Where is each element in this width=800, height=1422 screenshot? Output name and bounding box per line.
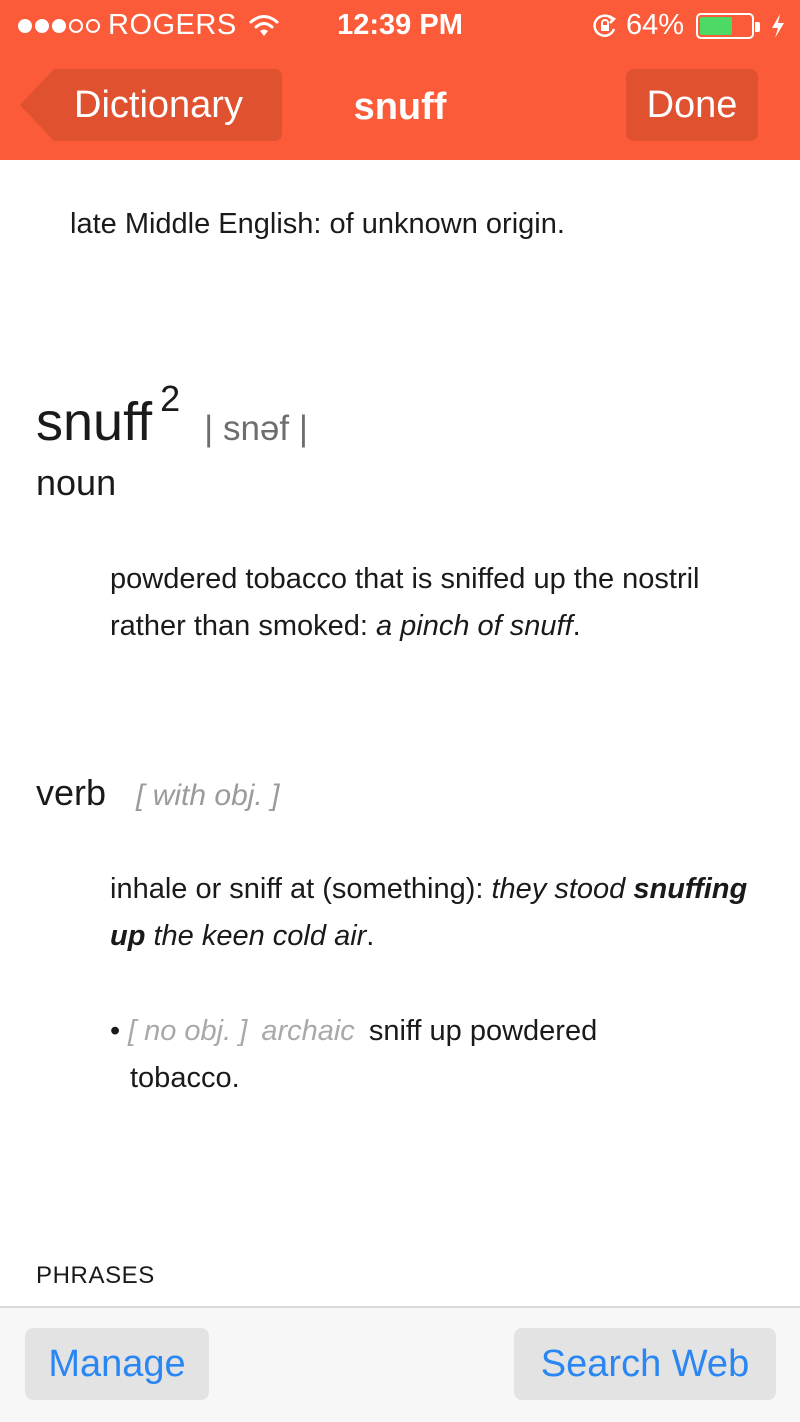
noun-definition: powdered tobacco that is sniffed up the …	[110, 556, 750, 650]
noun-example: a pinch of snuff	[375, 610, 573, 642]
subsense-register-note: archaic	[261, 1015, 355, 1047]
verb-subsense: •[ no obj. ] archaic sniff up powdered tob…	[110, 1008, 750, 1102]
charging-bolt-icon	[772, 13, 784, 38]
phrases-heading: PHRASES	[36, 1262, 155, 1289]
rotation-lock-icon	[593, 13, 616, 37]
verb-grammar-note: [ with obj. ]	[136, 779, 280, 812]
battery-fill	[700, 16, 732, 35]
battery-percent: 64%	[625, 9, 684, 41]
manage-button[interactable]: Manage	[25, 1328, 209, 1400]
done-button[interactable]: Done	[626, 69, 758, 141]
subsense-grammar-note: [ no obj. ]	[128, 1015, 248, 1047]
verb-example-start: they stood	[491, 873, 634, 905]
verb-definition: inhale or sniff at (something): they sto…	[110, 866, 750, 960]
verb-definition-text: inhale or sniff at (something):	[110, 873, 492, 905]
headword-text: snuff	[36, 392, 153, 452]
verb-definition-end: .	[366, 920, 375, 952]
part-of-speech-verb: verb [ with obj. ]	[36, 772, 279, 814]
verb-label: verb	[36, 772, 107, 813]
part-of-speech-noun: noun	[36, 462, 117, 503]
bullet-icon: •	[110, 1015, 121, 1047]
search-web-button[interactable]: Search Web	[514, 1328, 776, 1400]
bottom-toolbar: Manage Search Web	[0, 1306, 800, 1422]
verb-example-end: the keen cold air	[145, 920, 367, 952]
headword: snuff 2 | snəf |	[36, 378, 308, 453]
navigation-bar: Dictionary snuff Done	[0, 52, 800, 160]
etymology-text: late Middle English: of unknown origin.	[70, 208, 565, 240]
subsense-text-line1: sniff up powdered	[368, 1015, 598, 1047]
pronunciation: | snəf |	[204, 409, 308, 448]
homograph-number: 2	[160, 378, 181, 419]
noun-definition-end: .	[572, 610, 581, 642]
definition-content[interactable]: late Middle English: of unknown origin. …	[0, 160, 800, 1306]
status-bar: ROGERS 12:39 PM 64%	[0, 0, 800, 52]
status-right: 64%	[592, 9, 786, 42]
subsense-text-line2: tobacco.	[130, 1062, 240, 1094]
battery-icon	[696, 12, 760, 39]
header-bar: ROGERS 12:39 PM 64% Dictionary snuff Don…	[0, 0, 800, 160]
